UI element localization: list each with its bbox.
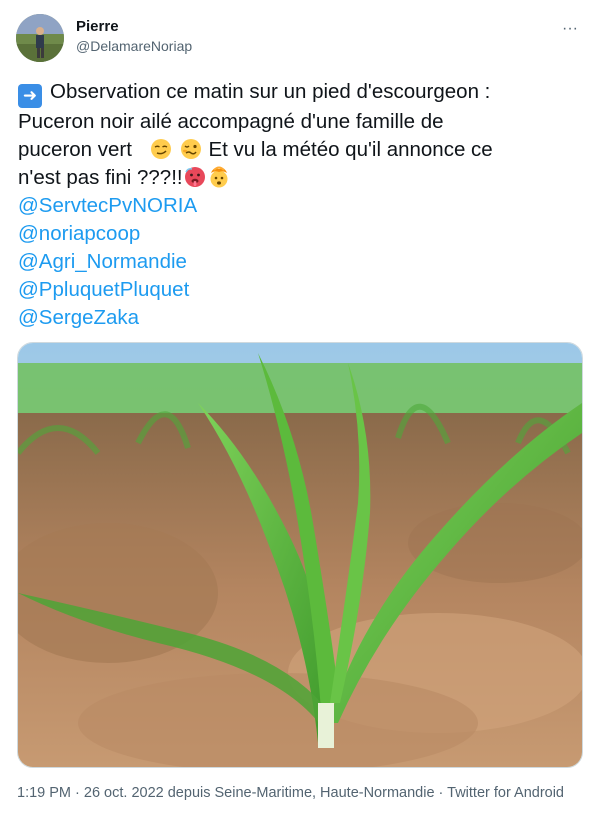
mention-link[interactable]: @PpluquetPluquet [18,276,578,304]
separator: · [71,785,84,801]
tweet-text: ➜ Observation ce matin sur un pied d'esco… [18,78,578,332]
tweet-line-2: Puceron noir ailé accompagné d'une famil… [18,110,444,133]
mention-link[interactable]: @SergeZaka [18,304,578,332]
mention-link[interactable]: @noriapcoop [18,220,578,248]
woozy-face-emoji [180,139,201,159]
handle[interactable]: @DelamareNoriap [76,37,192,56]
source-link[interactable]: Twitter for Android [447,785,564,801]
tweet-location: depuis Seine-Maritime, Haute-Normandie [163,785,435,801]
tweet-line-1: ➜ Observation ce matin sur un pied d'esco… [18,78,578,108]
tweet-text-line: Observation ce matin sur un pied d'escou… [50,80,491,103]
author-names: Pierre @DelamareNoriap [76,17,192,56]
tweet-header: Pierre @DelamareNoriap ··· [16,12,583,64]
more-options-icon[interactable]: ··· [559,20,581,38]
tweet-line-4: n'est pas fini ???!! [18,164,578,192]
tweet-metadata: 1:19 PM · 26 oct. 2022 depuis Seine-Mari… [17,783,577,803]
exploding-head-emoji [210,166,228,188]
avatar[interactable] [16,14,64,62]
separator: · [434,785,448,801]
tweet-date: 26 oct. 2022 [83,785,164,801]
hot-face-emoji [184,167,205,187]
tweet-time: 1:19 PM [17,785,71,801]
barley-seedling-image [18,343,582,767]
arrow-right-emoji: ➜ [18,84,42,108]
tweet-text-line: puceron vert [18,138,132,161]
mention-link[interactable]: @Agri_Normandie [18,248,578,276]
mention-link[interactable]: @ServtecPvNORIA [18,192,578,220]
tweet-photo[interactable] [17,342,583,768]
smirk-emoji [151,139,172,159]
timestamp-link[interactable]: 1:19 PM · 26 oct. 2022 [17,785,164,801]
tweet-text-line: n'est pas fini ???!! [18,166,183,189]
tweet-text-line: Et vu la météo qu'il annonce ce [208,138,493,161]
tweet-line-3: puceron vert Et vu la météo qu'il annonc… [18,136,578,164]
display-name[interactable]: Pierre [76,17,192,36]
